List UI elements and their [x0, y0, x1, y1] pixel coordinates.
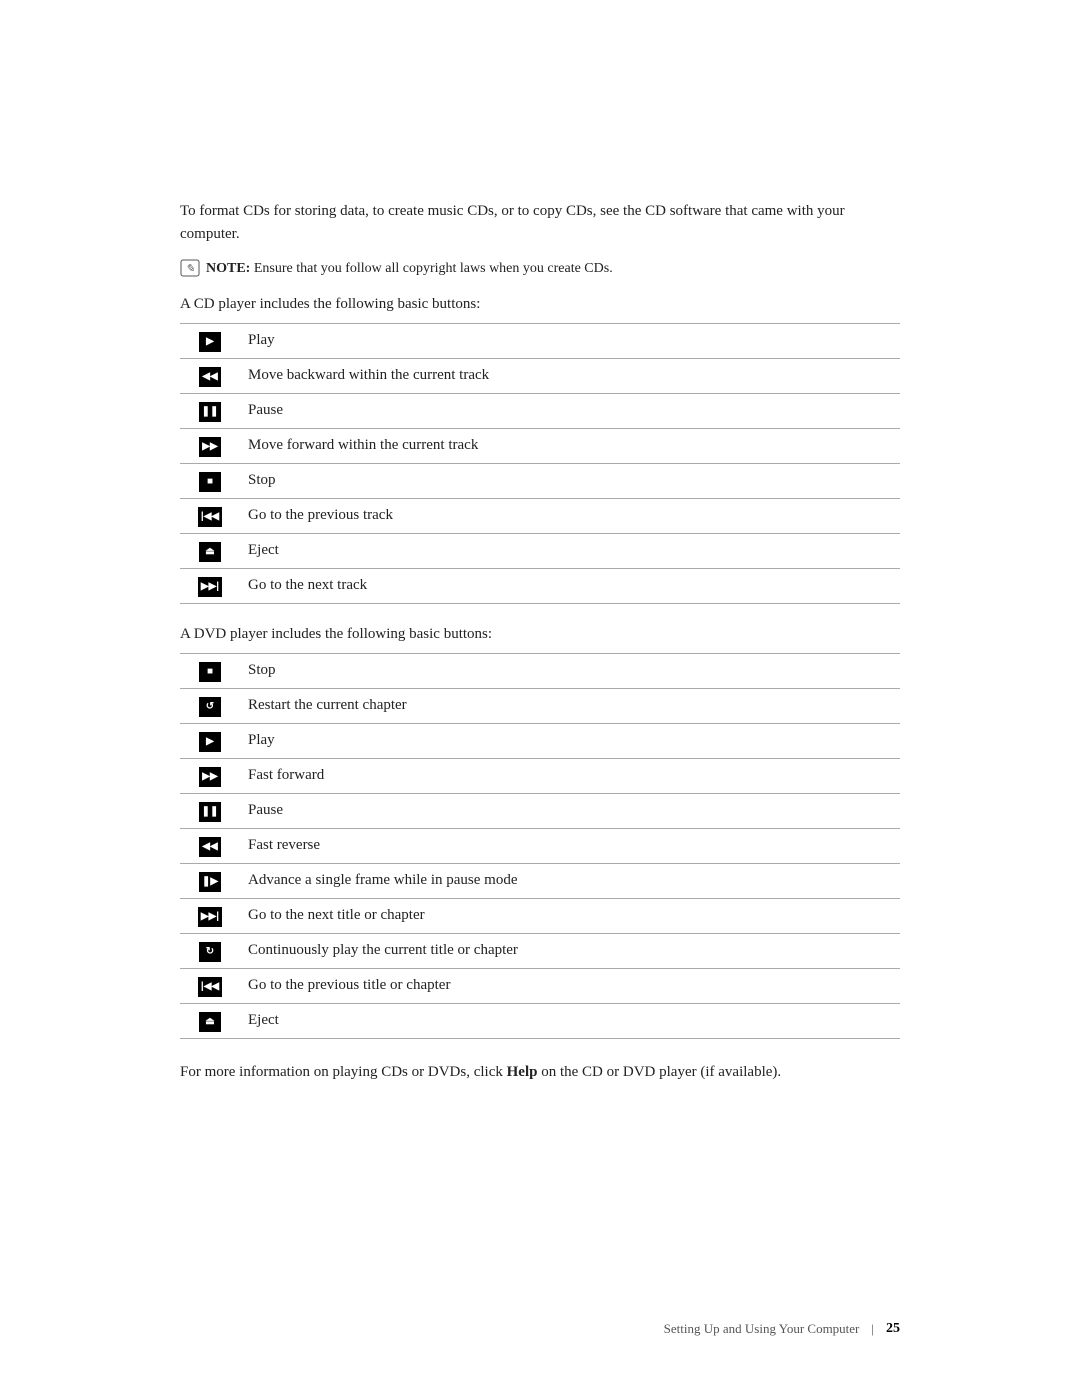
button-icon-cell: ◀◀	[180, 828, 240, 863]
button-label-cell: Continuously play the current title or c…	[240, 933, 900, 968]
footer: Setting Up and Using Your Computer | 25	[0, 1321, 1080, 1337]
button-label-cell: Go to the next title or chapter	[240, 898, 900, 933]
button-label-cell: Eject	[240, 533, 900, 568]
button-icon-cell: ▶	[180, 323, 240, 358]
note-text: NOTE: Ensure that you follow all copyrig…	[206, 259, 613, 279]
button-icon-cell: ▶▶|	[180, 568, 240, 603]
table-row: |◀◀Go to the previous title or chapter	[180, 968, 900, 1003]
button-label-cell: Fast forward	[240, 758, 900, 793]
button-icon-cell: ↺	[180, 688, 240, 723]
button-icon-cell: ❚▶	[180, 863, 240, 898]
cd-section-intro: A CD player includes the following basic…	[180, 296, 900, 313]
table-row: ❚▶Advance a single frame while in pause …	[180, 863, 900, 898]
button-label-cell: Move forward within the current track	[240, 428, 900, 463]
button-label-cell: Restart the current chapter	[240, 688, 900, 723]
note-icon: ✎	[180, 259, 200, 284]
table-row: ▶Play	[180, 323, 900, 358]
button-icon-cell: |◀◀	[180, 968, 240, 1003]
table-row: ❚❚Pause	[180, 393, 900, 428]
footer-label: Setting Up and Using Your Computer	[664, 1321, 860, 1337]
button-label-cell: Eject	[240, 1003, 900, 1038]
table-row: ▶▶Move forward within the current track	[180, 428, 900, 463]
footer-page-number: 25	[886, 1321, 900, 1337]
table-row: ■Stop	[180, 653, 900, 688]
button-icon-cell: ■	[180, 653, 240, 688]
page: To format CDs for storing data, to creat…	[0, 0, 1080, 1397]
table-row: ↺Restart the current chapter	[180, 688, 900, 723]
cd-button-table: ▶Play◀◀Move backward within the current …	[180, 323, 900, 604]
table-row: ▶▶|Go to the next title or chapter	[180, 898, 900, 933]
button-label-cell: Pause	[240, 393, 900, 428]
button-icon-cell: ⏏	[180, 533, 240, 568]
dvd-section-intro: A DVD player includes the following basi…	[180, 626, 900, 643]
button-icon-cell: ⏏	[180, 1003, 240, 1038]
button-icon-cell: ◀◀	[180, 358, 240, 393]
table-row: ◀◀Move backward within the current track	[180, 358, 900, 393]
button-label-cell: Pause	[240, 793, 900, 828]
table-row: ▶▶Fast forward	[180, 758, 900, 793]
table-row: ↻Continuously play the current title or …	[180, 933, 900, 968]
button-label-cell: Go to the next track	[240, 568, 900, 603]
table-row: ▶Play	[180, 723, 900, 758]
table-row: ⏏Eject	[180, 1003, 900, 1038]
button-label-cell: Stop	[240, 653, 900, 688]
button-label-cell: Stop	[240, 463, 900, 498]
button-icon-cell: |◀◀	[180, 498, 240, 533]
dvd-button-table: ■Stop↺Restart the current chapter▶Play▶▶…	[180, 653, 900, 1039]
table-row: |◀◀Go to the previous track	[180, 498, 900, 533]
outro-paragraph: For more information on playing CDs or D…	[180, 1061, 900, 1084]
button-icon-cell: ❚❚	[180, 393, 240, 428]
button-label-cell: Play	[240, 723, 900, 758]
button-label-cell: Go to the previous title or chapter	[240, 968, 900, 1003]
table-row: ❚❚Pause	[180, 793, 900, 828]
table-row: ⏏Eject	[180, 533, 900, 568]
button-label-cell: Move backward within the current track	[240, 358, 900, 393]
button-label-cell: Fast reverse	[240, 828, 900, 863]
svg-text:✎: ✎	[185, 263, 194, 275]
button-icon-cell: ■	[180, 463, 240, 498]
button-icon-cell: ▶▶	[180, 428, 240, 463]
table-row: ▶▶|Go to the next track	[180, 568, 900, 603]
button-label-cell: Play	[240, 323, 900, 358]
button-icon-cell: ▶▶|	[180, 898, 240, 933]
intro-paragraph: To format CDs for storing data, to creat…	[180, 200, 900, 245]
button-icon-cell: ▶	[180, 723, 240, 758]
button-icon-cell: ↻	[180, 933, 240, 968]
footer-divider: |	[871, 1321, 874, 1337]
note-line: ✎ NOTE: Ensure that you follow all copyr…	[180, 259, 900, 284]
button-icon-cell: ❚❚	[180, 793, 240, 828]
button-label-cell: Advance a single frame while in pause mo…	[240, 863, 900, 898]
table-row: ◀◀Fast reverse	[180, 828, 900, 863]
button-label-cell: Go to the previous track	[240, 498, 900, 533]
table-row: ■Stop	[180, 463, 900, 498]
button-icon-cell: ▶▶	[180, 758, 240, 793]
